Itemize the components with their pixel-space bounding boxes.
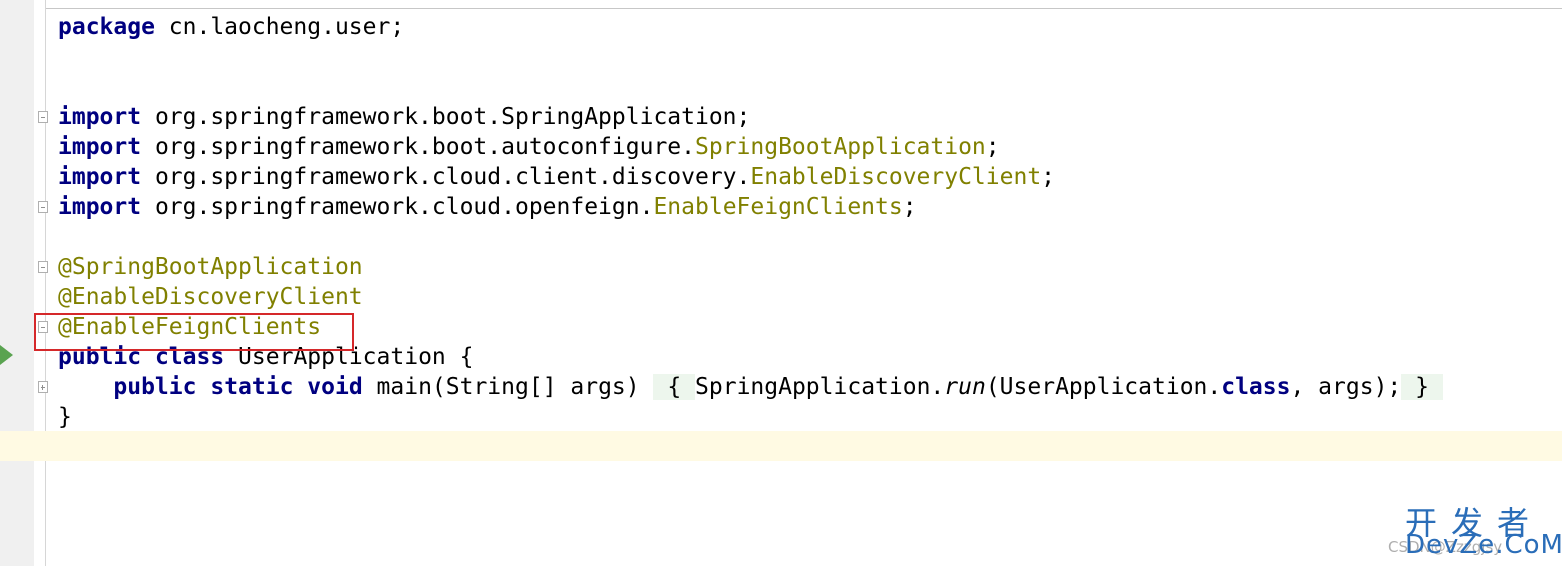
code-token: import — [58, 164, 142, 190]
code-token: } — [58, 404, 72, 430]
code-line[interactable]: package cn.laocheng.user; — [58, 12, 1443, 42]
code-line[interactable]: } — [58, 402, 1443, 432]
code-token: ; — [985, 134, 1000, 160]
code-token: package — [58, 14, 155, 40]
code-token: (UserApplication. — [985, 374, 1222, 400]
code-line[interactable]: import org.springframework.boot.autoconf… — [58, 132, 1443, 162]
code-line[interactable] — [58, 222, 1443, 252]
fold-imports-end-icon[interactable] — [38, 201, 48, 213]
code-token: import — [58, 194, 142, 220]
code-token: EnableDiscoveryClient — [750, 164, 1042, 190]
gutter-divider — [45, 0, 46, 566]
code-line[interactable]: import org.springframework.cloud.client.… — [58, 162, 1443, 192]
code-editor[interactable]: package cn.laocheng.user; import org.spr… — [58, 12, 1443, 462]
top-rule — [46, 8, 1562, 9]
code-line[interactable] — [58, 72, 1443, 102]
code-token: static — [210, 374, 294, 400]
code-token: org.springframework.boot.autoconfigure. — [141, 134, 695, 160]
code-line[interactable]: @EnableDiscoveryClient — [58, 282, 1443, 312]
code-token: ; — [902, 194, 917, 220]
annotation-highlight-box — [34, 313, 354, 351]
code-line[interactable]: import org.springframework.boot.SpringAp… — [58, 102, 1443, 132]
code-token: cn.laocheng.user; — [154, 14, 405, 40]
code-token: class — [1221, 374, 1291, 400]
code-token: public — [113, 374, 197, 400]
expand-method-icon[interactable] — [38, 381, 48, 393]
code-token: ; — [1041, 164, 1056, 190]
fold-imports-icon[interactable] — [38, 111, 48, 123]
code-token: import — [58, 134, 142, 160]
code-line[interactable]: @SpringBootApplication — [58, 252, 1443, 282]
code-token: SpringApplication. — [695, 374, 945, 400]
code-token: main(String[] args) — [362, 374, 654, 400]
watermark-logo-en: DevZe.CoM — [1405, 530, 1562, 560]
code-token: run — [944, 374, 986, 400]
code-token: import — [58, 104, 142, 130]
code-token: EnableFeignClients — [653, 194, 903, 220]
code-line[interactable] — [58, 42, 1443, 72]
code-token: @SpringBootApplication — [58, 254, 363, 280]
code-token: SpringBootApplication — [694, 134, 986, 160]
run-gutter-icon[interactable] — [0, 345, 13, 365]
line-number-gutter — [0, 0, 34, 566]
code-token: { — [653, 374, 696, 400]
code-token: org.springframework.cloud.client.discove… — [141, 164, 751, 190]
code-token: void — [307, 374, 363, 400]
code-line[interactable] — [58, 432, 1443, 462]
code-token: @EnableDiscoveryClient — [58, 284, 363, 310]
code-token: org.springframework.boot.SpringApplicati… — [141, 104, 751, 130]
code-token: org.springframework.cloud.openfeign. — [141, 194, 654, 220]
code-line[interactable]: public static void main(String[] args) {… — [58, 372, 1443, 402]
code-token: , args); — [1290, 374, 1402, 400]
code-token: } — [1401, 374, 1443, 400]
code-line[interactable]: import org.springframework.cloud.openfei… — [58, 192, 1443, 222]
fold-class-icon[interactable] — [38, 261, 48, 273]
